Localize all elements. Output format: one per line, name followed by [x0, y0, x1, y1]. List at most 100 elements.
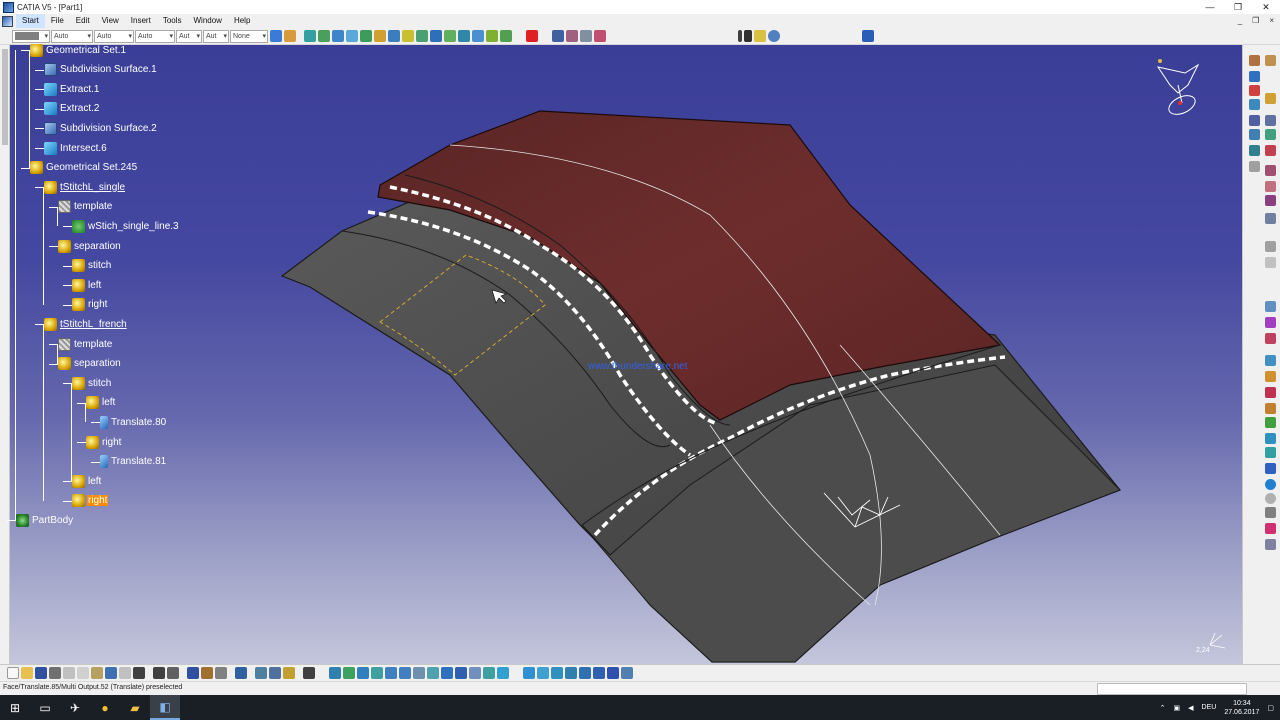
- language-indicator[interactable]: DEU: [1202, 704, 1217, 711]
- template-icon[interactable]: [58, 337, 71, 351]
- undo-icon[interactable]: [105, 667, 117, 679]
- tree-node-label[interactable]: tStitchL_single: [59, 182, 126, 193]
- measure-icon[interactable]: [1265, 257, 1276, 268]
- right-view-icon[interactable]: [565, 667, 577, 679]
- tree-node-label[interactable]: Intersect.6: [59, 143, 108, 154]
- tree-node-label[interactable]: stitch: [87, 378, 112, 389]
- menu-tools[interactable]: Tools: [157, 14, 188, 28]
- design-table-icon[interactable]: [201, 667, 213, 679]
- geometrical-set-icon[interactable]: [72, 494, 85, 508]
- boundary-icon[interactable]: [486, 30, 498, 42]
- new-icon[interactable]: [7, 667, 19, 679]
- notifications-icon[interactable]: ▢: [1267, 704, 1274, 712]
- geometrical-set-icon[interactable]: [30, 161, 43, 175]
- hide-icon[interactable]: [469, 667, 481, 679]
- network-icon[interactable]: ▣: [1174, 704, 1181, 712]
- fly-mode-icon[interactable]: [329, 667, 341, 679]
- wireframe-icon[interactable]: [1249, 99, 1260, 110]
- catalog-browser-icon[interactable]: [1265, 301, 1276, 312]
- scaling-icon[interactable]: [444, 30, 456, 42]
- environment-icon[interactable]: [1265, 447, 1276, 458]
- tree-node[interactable]: separation: [58, 238, 122, 254]
- tree-node-label[interactable]: Extract.1: [59, 84, 100, 95]
- tree-node-label[interactable]: Geometrical Set.1: [45, 45, 127, 56]
- volume-icon[interactable]: ◀: [1188, 704, 1193, 712]
- tree-node-label[interactable]: left: [87, 476, 102, 487]
- geometrical-set-icon[interactable]: [30, 43, 43, 57]
- properties-icon[interactable]: [284, 30, 296, 42]
- tree-node[interactable]: Extract.1: [44, 81, 100, 97]
- bottom-view-icon[interactable]: [607, 667, 619, 679]
- loft-icon[interactable]: [1249, 129, 1260, 140]
- tree-node-label[interactable]: Translate.81: [110, 456, 167, 467]
- tree-node-label[interactable]: Subdivision Surface.2: [59, 123, 158, 134]
- shooting-icon[interactable]: [1265, 463, 1276, 474]
- tree-node-label[interactable]: wStich_single_line.3: [87, 221, 180, 232]
- tree-node[interactable]: Geometrical Set.1: [30, 42, 127, 58]
- split-icon[interactable]: [374, 30, 386, 42]
- task-view-icon[interactable]: ▭: [30, 695, 60, 720]
- scroll-thumb[interactable]: [2, 49, 8, 145]
- tree-node-label[interactable]: template: [73, 201, 113, 212]
- minimize-button[interactable]: —: [1196, 0, 1224, 14]
- catia-taskbar-icon[interactable]: ◧: [150, 695, 180, 720]
- tree-node-label[interactable]: tStitchL_french: [59, 319, 128, 330]
- comment-icon[interactable]: [167, 667, 179, 679]
- grid-icon[interactable]: [523, 667, 535, 679]
- tree-node-label[interactable]: separation: [73, 358, 122, 369]
- tree-node[interactable]: right: [72, 493, 109, 509]
- sketch-icon[interactable]: [1249, 55, 1260, 66]
- subdivision-surface-icon[interactable]: [44, 121, 57, 135]
- geometrical-set-icon[interactable]: [72, 474, 85, 488]
- menu-file[interactable]: File: [45, 14, 70, 28]
- hide-show-icon[interactable]: [255, 667, 267, 679]
- affinity-icon[interactable]: [458, 30, 470, 42]
- geometrical-set-icon[interactable]: [58, 239, 71, 253]
- law-icon[interactable]: [1249, 161, 1260, 172]
- tree-node[interactable]: tStitchL_single: [44, 179, 126, 195]
- cut-icon[interactable]: [1265, 523, 1276, 534]
- copy-icon[interactable]: [77, 667, 89, 679]
- camera-icon[interactable]: [1265, 433, 1276, 444]
- clock[interactable]: 10:34 27.06.2017: [1224, 699, 1259, 717]
- sweep-icon[interactable]: [304, 30, 316, 42]
- zoom-in-icon[interactable]: [385, 667, 397, 679]
- tree-node[interactable]: right: [86, 434, 122, 450]
- template-tool-icon[interactable]: [1265, 333, 1276, 344]
- tree-node[interactable]: Geometrical Set.245: [30, 160, 138, 176]
- redo-icon[interactable]: [119, 667, 131, 679]
- sketch-tool-icon[interactable]: [1265, 55, 1276, 66]
- geometrical-set-icon[interactable]: [72, 298, 85, 312]
- instantiate-icon[interactable]: [1265, 317, 1276, 328]
- left-view-icon[interactable]: [579, 667, 591, 679]
- point-tool-icon[interactable]: [738, 30, 742, 42]
- create-multi-view-icon[interactable]: [427, 667, 439, 679]
- curvature-icon[interactable]: [566, 30, 578, 42]
- mdi-restore-button[interactable]: ❐: [1252, 14, 1259, 28]
- tree-node[interactable]: template: [58, 336, 113, 352]
- tree-node[interactable]: Translate.80: [100, 414, 167, 430]
- knowledge-icon[interactable]: [1265, 195, 1276, 206]
- file-explorer-icon[interactable]: ▰: [120, 695, 150, 720]
- cut-tool-icon[interactable]: [63, 667, 75, 679]
- tree-node-label[interactable]: right: [87, 495, 109, 507]
- tree-node-label[interactable]: left: [87, 280, 102, 291]
- tree-node-label[interactable]: Extract.2: [59, 103, 100, 114]
- tree-node-label[interactable]: right: [101, 437, 122, 448]
- line-tool-icon[interactable]: [744, 30, 752, 42]
- shading-icon[interactable]: [455, 667, 467, 679]
- circle-tool-icon[interactable]: [768, 30, 780, 42]
- stop-icon[interactable]: [1249, 85, 1260, 96]
- top-view-icon[interactable]: [537, 667, 549, 679]
- save-icon[interactable]: [35, 667, 47, 679]
- update-icon[interactable]: [235, 667, 247, 679]
- rotate-icon[interactable]: [416, 30, 428, 42]
- tree-node[interactable]: Intersect.6: [44, 140, 108, 156]
- sphere-icon[interactable]: [1265, 479, 1276, 490]
- tree-node[interactable]: right: [72, 297, 108, 313]
- print-icon[interactable]: [49, 667, 61, 679]
- compass-icon[interactable]: [1156, 59, 1200, 118]
- material-icon[interactable]: [1265, 371, 1276, 382]
- tree-node[interactable]: wStich_single_line.3: [72, 218, 180, 234]
- tree-node[interactable]: tStitchL_french: [44, 316, 128, 332]
